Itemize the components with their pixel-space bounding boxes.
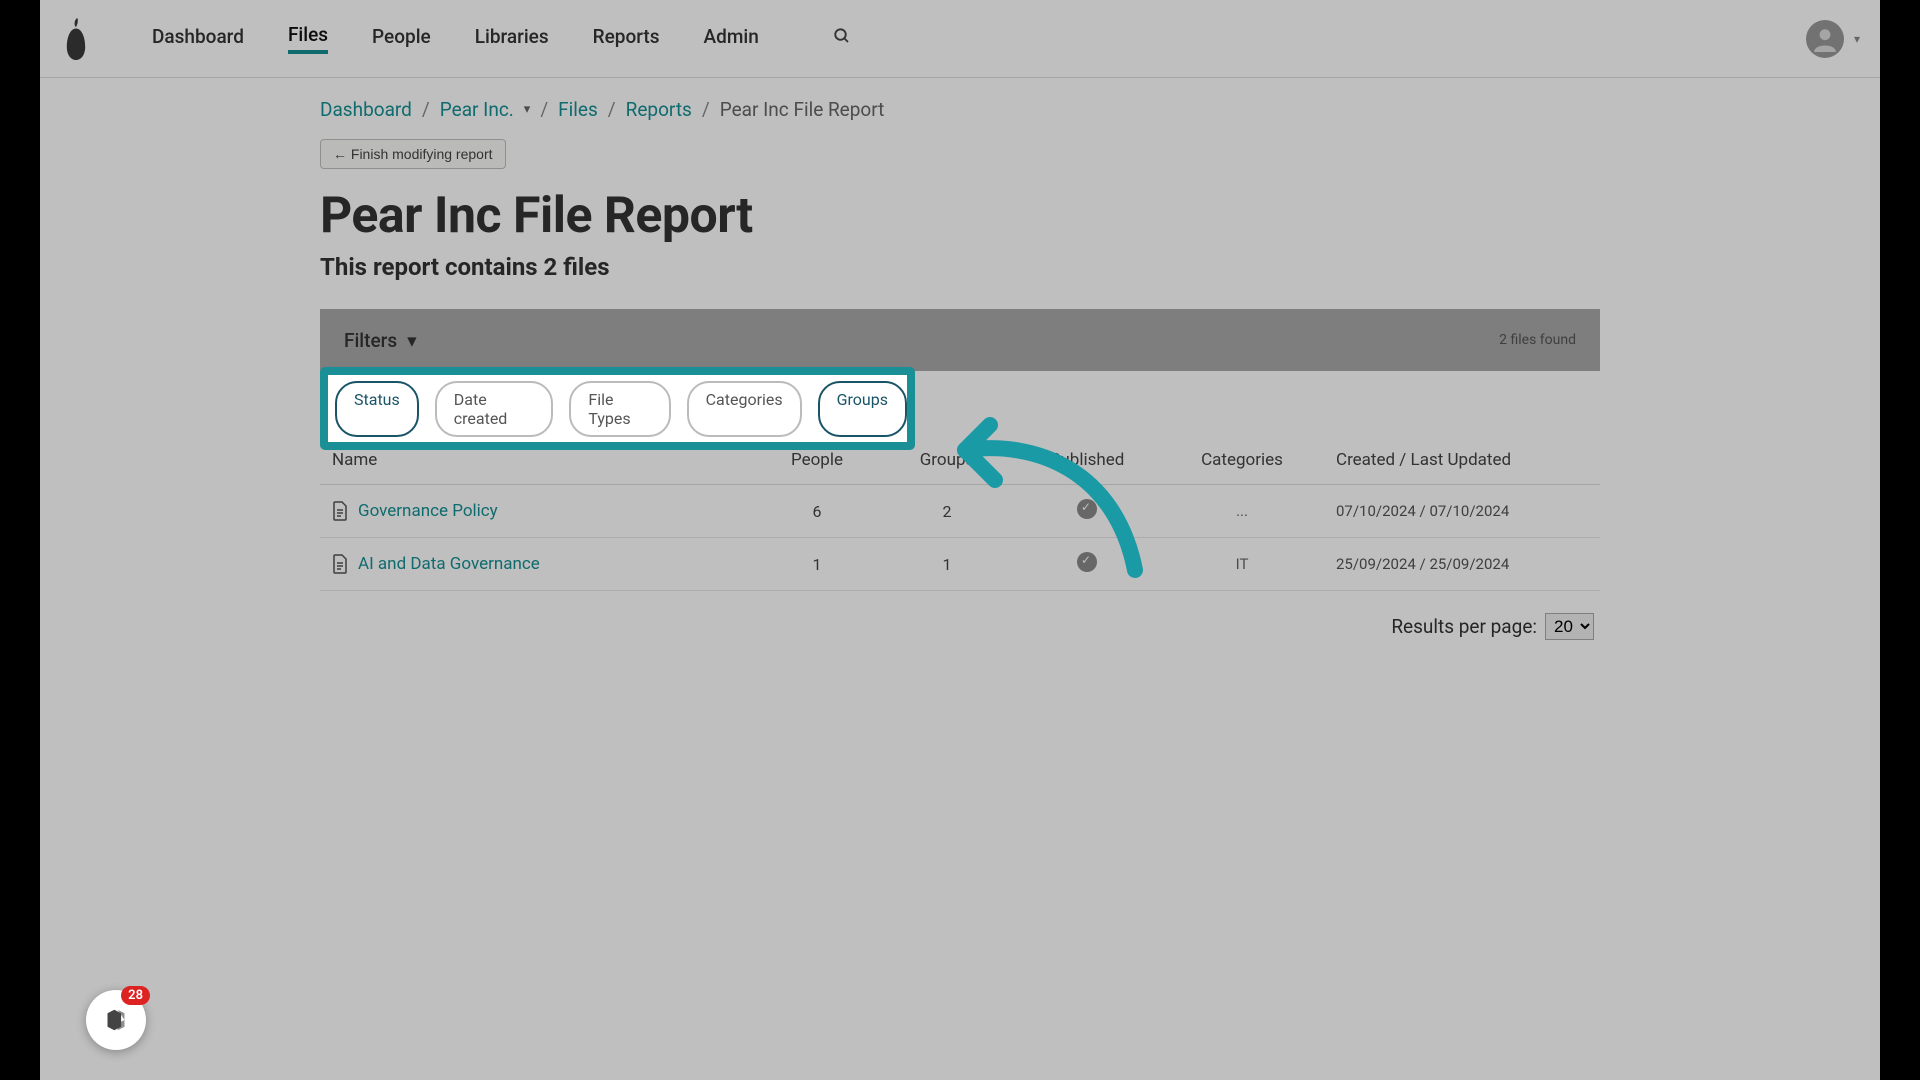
avatar bbox=[1806, 20, 1844, 58]
table-row: AI and Data Governance 1 1 IT 25/09/2024… bbox=[320, 538, 1600, 591]
search-icon[interactable] bbox=[833, 27, 851, 50]
cell-groups: 1 bbox=[882, 555, 1012, 574]
crumb-org[interactable]: Pear Inc. bbox=[440, 98, 514, 121]
cell-categories: IT bbox=[1162, 555, 1322, 573]
chip-file-types[interactable]: File Types bbox=[569, 381, 670, 437]
topbar: Dashboard Files People Libraries Reports… bbox=[40, 0, 1880, 78]
file-icon bbox=[332, 554, 348, 574]
filters-bar: Filters ▾ 2 files found bbox=[320, 309, 1600, 371]
page-subtitle: This report contains 2 files bbox=[320, 253, 1600, 281]
col-people: People bbox=[752, 450, 882, 470]
nav-people[interactable]: People bbox=[372, 25, 431, 52]
finish-modifying-button[interactable]: ← Finish modifying report bbox=[320, 139, 506, 169]
cell-groups: 2 bbox=[882, 502, 1012, 521]
cell-categories: ... bbox=[1162, 502, 1322, 520]
col-dates: Created / Last Updated bbox=[1322, 450, 1588, 470]
chip-categories[interactable]: Categories bbox=[687, 381, 802, 437]
widget-badge: 28 bbox=[121, 986, 150, 1005]
logo-pear bbox=[60, 18, 92, 60]
cell-published bbox=[1012, 499, 1162, 523]
chip-status[interactable]: Status bbox=[335, 381, 419, 437]
nav-libraries[interactable]: Libraries bbox=[475, 25, 549, 52]
crumb-reports[interactable]: Reports bbox=[626, 98, 692, 121]
file-link[interactable]: Governance Policy bbox=[358, 501, 498, 521]
filter-chips: Status Date created File Types Categorie… bbox=[335, 381, 907, 437]
chip-date-created[interactable]: Date created bbox=[435, 381, 554, 437]
chip-groups[interactable]: Groups bbox=[818, 381, 907, 437]
user-menu[interactable]: ▾ bbox=[1806, 20, 1860, 58]
pager-select[interactable]: 20 bbox=[1545, 613, 1594, 640]
cell-dates: 25/09/2024 / 25/09/2024 bbox=[1322, 555, 1588, 573]
pager: Results per page: 20 bbox=[320, 591, 1600, 662]
chevron-down-icon: ▾ bbox=[1854, 32, 1860, 46]
check-icon bbox=[1077, 552, 1097, 572]
table-row: Governance Policy 6 2 ... 07/10/2024 / 0… bbox=[320, 485, 1600, 538]
col-groups: Groups bbox=[882, 450, 1012, 470]
nav: Dashboard Files People Libraries Reports… bbox=[152, 23, 851, 54]
crumb-files[interactable]: Files bbox=[558, 98, 598, 121]
file-icon bbox=[332, 501, 348, 521]
breadcrumb: Dashboard / Pear Inc. ▾ / Files / Report… bbox=[320, 98, 1600, 121]
nav-files[interactable]: Files bbox=[288, 23, 328, 54]
cell-published bbox=[1012, 552, 1162, 576]
cell-people: 1 bbox=[752, 555, 882, 574]
cell-people: 6 bbox=[752, 502, 882, 521]
help-widget[interactable]: 28 bbox=[86, 990, 146, 1050]
filter-chips-highlight: Status Date created File Types Categorie… bbox=[320, 367, 915, 450]
col-categories: Categories bbox=[1162, 450, 1322, 470]
col-name: Name bbox=[332, 450, 752, 470]
chevron-down-icon: ▾ bbox=[407, 329, 417, 352]
col-published: Published bbox=[1012, 450, 1162, 470]
chevron-down-icon[interactable]: ▾ bbox=[524, 102, 531, 117]
cell-dates: 07/10/2024 / 07/10/2024 bbox=[1322, 502, 1588, 520]
crumb-current: Pear Inc File Report bbox=[720, 98, 885, 121]
crumb-dashboard[interactable]: Dashboard bbox=[320, 98, 412, 121]
files-found-label: 2 files found bbox=[1499, 332, 1576, 348]
file-link[interactable]: AI and Data Governance bbox=[358, 554, 540, 574]
check-icon bbox=[1077, 499, 1097, 519]
page-title: Pear Inc File Report bbox=[320, 187, 1600, 245]
pager-label: Results per page: bbox=[1391, 615, 1537, 638]
nav-admin[interactable]: Admin bbox=[704, 25, 759, 52]
nav-dashboard[interactable]: Dashboard bbox=[152, 25, 244, 52]
filters-toggle[interactable]: Filters ▾ bbox=[344, 329, 417, 352]
nav-reports[interactable]: Reports bbox=[593, 25, 660, 52]
